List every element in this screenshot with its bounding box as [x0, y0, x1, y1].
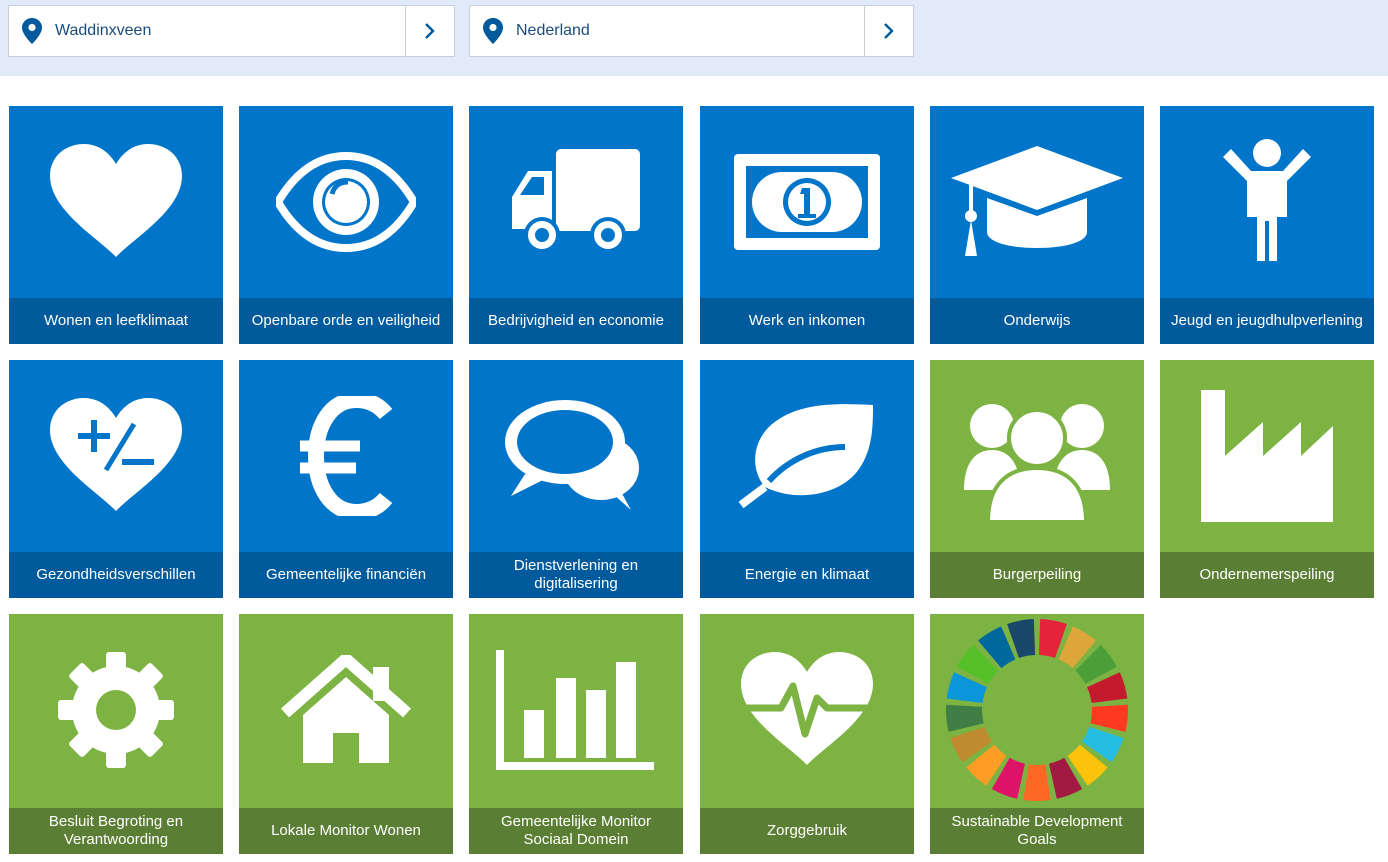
tile-label: Gezondheidsverschillen [9, 552, 223, 598]
location-pin-icon [470, 18, 516, 44]
heart-pulse-icon [700, 614, 914, 806]
tile-label: Zorggebruik [700, 808, 914, 854]
location-selector-country[interactable]: Nederland [469, 5, 914, 57]
tile-label: Burgerpeiling [930, 552, 1144, 598]
tile-werk-en-inkomen[interactable]: Werk en inkomen [700, 106, 914, 344]
speech-bubbles-icon [469, 360, 683, 552]
tile-label: Dienstverlening en digitalisering [469, 552, 683, 598]
sdg-wheel-icon [930, 614, 1144, 806]
chevron-right-icon [884, 23, 894, 39]
tile-label: Sustainable Development Goals [930, 808, 1144, 854]
sdg-wheel-segment [946, 704, 984, 732]
tile-burgerpeiling[interactable]: Burgerpeiling [930, 360, 1144, 598]
house-icon [239, 614, 453, 806]
location-bar: Waddinxveen Nederland [0, 0, 1388, 76]
tile-lokale-monitor-wonen[interactable]: Lokale Monitor Wonen [239, 614, 453, 854]
tile-label: Energie en klimaat [700, 552, 914, 598]
child-icon [1160, 106, 1374, 298]
chevron-right-icon [425, 23, 435, 39]
tile-onderwijs[interactable]: Onderwijs [930, 106, 1144, 344]
tile-label: Gemeentelijke financiën [239, 552, 453, 598]
sdg-wheel-segment [1090, 704, 1128, 732]
location-next-button[interactable] [405, 6, 454, 56]
heart-plus-minus-icon [9, 360, 223, 552]
eye-icon [239, 106, 453, 298]
gear-icon [9, 614, 223, 806]
tile-jeugd-en-jeugdhulpverlening[interactable]: Jeugd en jeugdhulpverlening [1160, 106, 1374, 344]
tile-gemeentelijke-financien[interactable]: Gemeentelijke financiën [239, 360, 453, 598]
tile-ondernemerspeiling[interactable]: Ondernemerspeiling [1160, 360, 1374, 598]
truck-icon [469, 106, 683, 298]
euro-icon [239, 360, 453, 552]
tile-label: Lokale Monitor Wonen [239, 808, 453, 854]
bar-chart-icon [469, 614, 683, 806]
location-selector-municipality[interactable]: Waddinxveen [8, 5, 455, 57]
location-name: Nederland [516, 22, 590, 39]
tile-label: Openbare orde en veiligheid [239, 298, 453, 344]
graduation-cap-icon [930, 106, 1144, 298]
factory-icon [1160, 360, 1374, 552]
tile-label: Ondernemerspeiling [1160, 552, 1374, 598]
banknote-icon [700, 106, 914, 298]
people-group-icon [930, 360, 1144, 552]
leaf-icon [700, 360, 914, 552]
tile-gemeentelijke-monitor-sociaal-domein[interactable]: Gemeentelijke Monitor Sociaal Domein [469, 614, 683, 854]
tile-sustainable-development-goals[interactable]: Sustainable Development Goals [930, 614, 1144, 854]
tile-label: Besluit Begroting en Verantwoording [9, 808, 223, 854]
tile-wonen-en-leefklimaat[interactable]: Wonen en leefklimaat [9, 106, 223, 344]
location-pin-icon [9, 18, 55, 44]
tile-label: Wonen en leefklimaat [9, 298, 223, 344]
sdg-wheel-segment [1023, 764, 1051, 801]
location-name: Waddinxveen [55, 22, 152, 39]
location-next-button[interactable] [864, 6, 913, 56]
tile-dienstverlening-en-digitalisering[interactable]: Dienstverlening en digitalisering [469, 360, 683, 598]
tile-label: Gemeentelijke Monitor Sociaal Domein [469, 808, 683, 854]
tile-gezondheidsverschillen[interactable]: Gezondheidsverschillen [9, 360, 223, 598]
tile-label: Onderwijs [930, 298, 1144, 344]
tile-label: Bedrijvigheid en economie [469, 298, 683, 344]
tile-label: Jeugd en jeugdhulpverlening [1160, 298, 1374, 344]
tile-label: Werk en inkomen [700, 298, 914, 344]
tile-openbare-orde-en-veiligheid[interactable]: Openbare orde en veiligheid [239, 106, 453, 344]
tile-energie-en-klimaat[interactable]: Energie en klimaat [700, 360, 914, 598]
heart-icon [9, 106, 223, 298]
tile-besluit-begroting-en-verantwoording[interactable]: Besluit Begroting en Verantwoording [9, 614, 223, 854]
tile-bedrijvigheid-en-economie[interactable]: Bedrijvigheid en economie [469, 106, 683, 344]
tile-zorggebruik[interactable]: Zorggebruik [700, 614, 914, 854]
